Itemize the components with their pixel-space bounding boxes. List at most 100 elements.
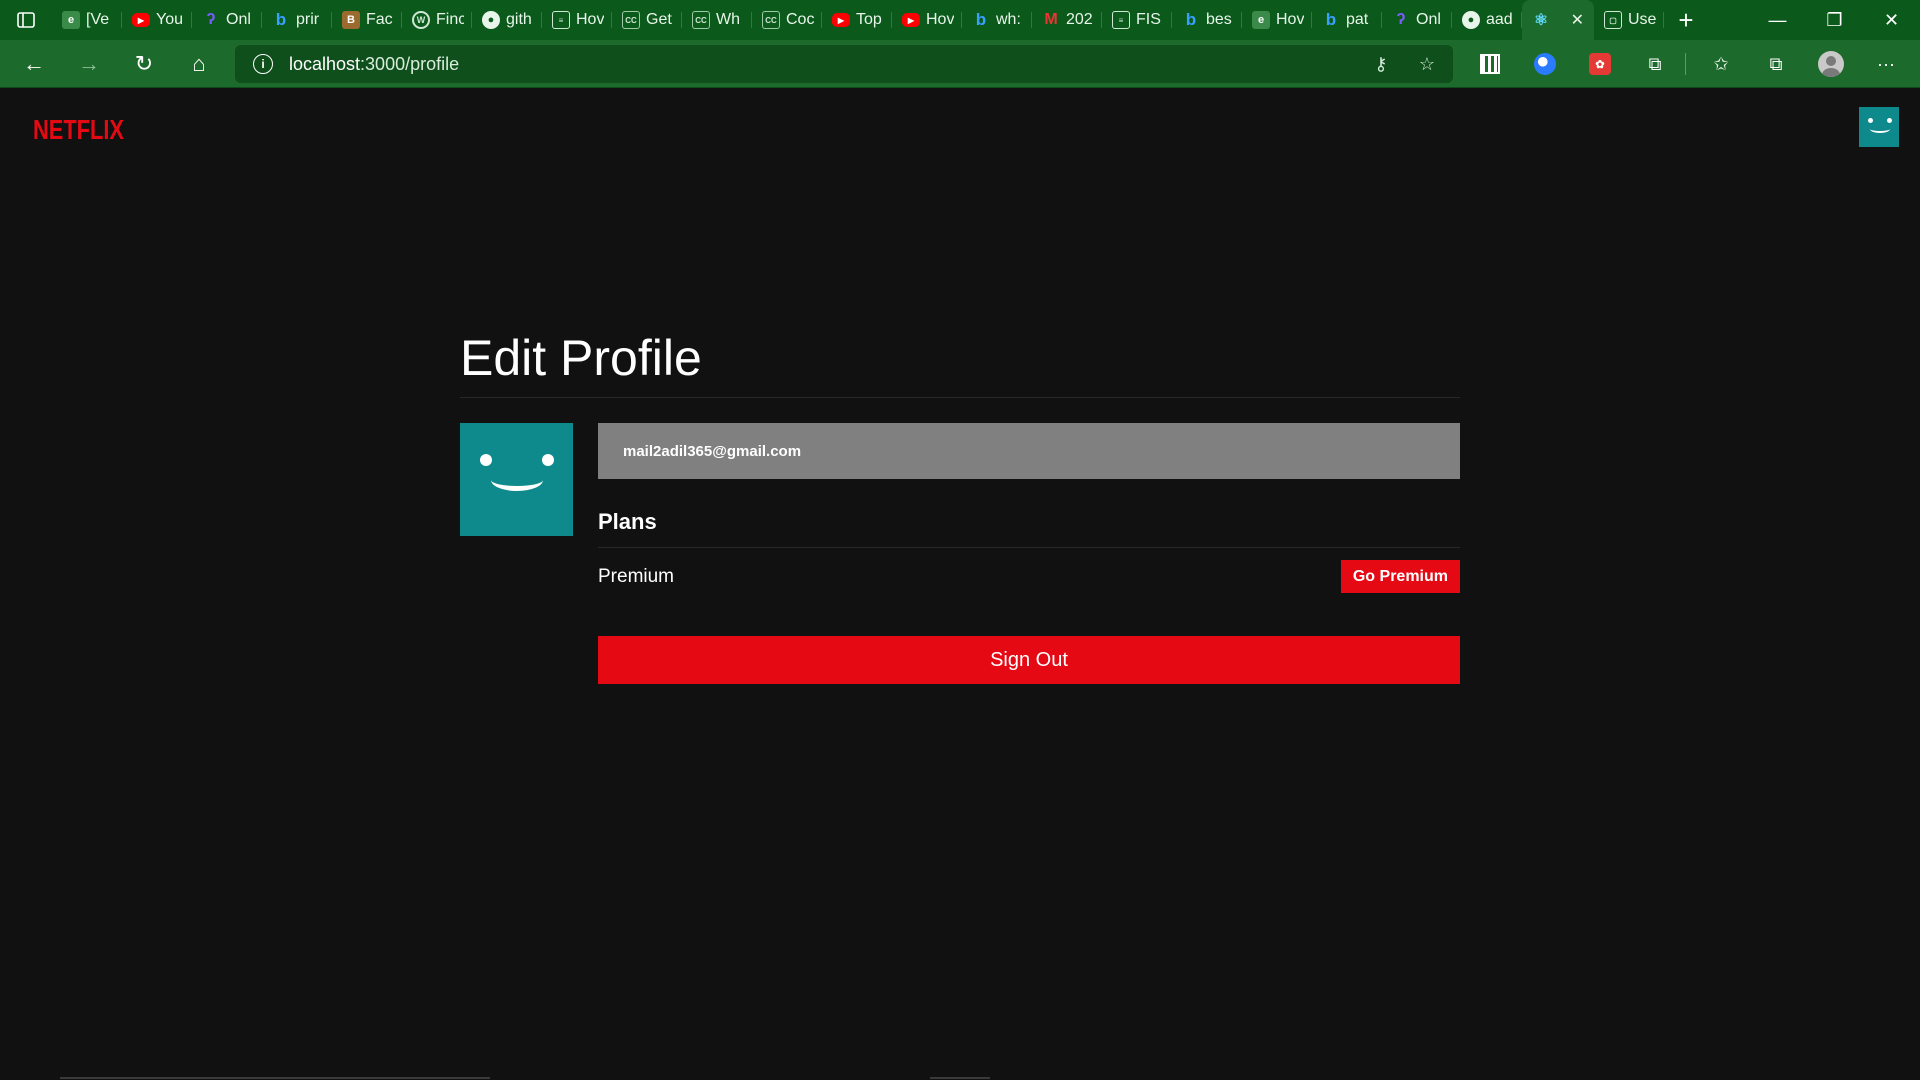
generic-icon: e <box>62 11 80 29</box>
gmail-icon: M <box>1044 11 1058 28</box>
browser-tab[interactable]: ≡ Hov <box>542 0 612 40</box>
collections-button[interactable]: ⧉ <box>1756 44 1796 84</box>
browser-tab[interactable]: CC Get <box>612 0 682 40</box>
puzzle-icon: ⧉ <box>1648 53 1662 74</box>
profile-button[interactable] <box>1811 44 1851 84</box>
blue-extension-button[interactable] <box>1525 44 1565 84</box>
browser-tab[interactable]: e Hov <box>1242 0 1312 40</box>
browser-tab[interactable]: ʔ Onl <box>192 0 262 40</box>
browser-toolbar: ← → ↻ ⌂ i localhost:3000/profile ⚷ ☆ ✿ ⧉… <box>0 40 1920 88</box>
more-icon: ··· <box>1877 53 1895 74</box>
browser-tab[interactable]: ▢ Use <box>1594 0 1664 40</box>
tab-title: prir <box>296 11 320 28</box>
scrollbar-track <box>60 1077 490 1079</box>
browser-tab[interactable]: e [Ve <box>52 0 122 40</box>
tab-title: aad <box>1486 11 1513 28</box>
tab-title: pat <box>1346 11 1369 28</box>
go-premium-button[interactable]: Go Premium <box>1340 560 1460 593</box>
address-bar-actions: ⚷ ☆ <box>1369 54 1453 75</box>
minimize-button[interactable]: — <box>1749 0 1806 40</box>
settings-menu-button[interactable]: ··· <box>1866 44 1906 84</box>
browser-tab[interactable]: B Fac <box>332 0 402 40</box>
youtube-icon: ▶ <box>832 13 850 27</box>
back-button[interactable]: ← <box>14 44 54 84</box>
browser-tab[interactable]: M 202 <box>1032 0 1102 40</box>
browser-tab[interactable]: b pat <box>1312 0 1382 40</box>
plan-name: Premium <box>598 565 675 587</box>
arrow-left-icon: ← <box>23 50 45 76</box>
close-tab-icon[interactable]: ✕ <box>1571 10 1584 30</box>
home-icon: ⌂ <box>192 50 206 76</box>
qr-code-icon <box>1480 54 1500 74</box>
extensions-row: ✿ ⧉ ✩ ⧉ ··· <box>1470 44 1920 84</box>
avatar-eye-icon <box>480 454 492 466</box>
tab-title: FIS <box>1136 11 1161 28</box>
nav-avatar[interactable] <box>1859 107 1899 147</box>
cc-icon: CC <box>692 11 710 29</box>
browser-tab[interactable]: ≡ FIS <box>1102 0 1172 40</box>
tab-title: You <box>156 11 183 28</box>
info-icon[interactable]: i <box>253 54 273 74</box>
browser-tab[interactable]: ▶ Hov <box>892 0 962 40</box>
address-bar[interactable]: i localhost:3000/profile ⚷ ☆ <box>235 45 1453 83</box>
browser-tab[interactable]: CC Coc <box>752 0 822 40</box>
sign-out-button[interactable]: Sign Out <box>598 636 1460 684</box>
url-host: localhost <box>289 53 361 74</box>
tab-title: Onl <box>1416 11 1441 28</box>
p-icon: ʔ <box>1396 11 1406 28</box>
tab-title: Hov <box>1276 11 1304 28</box>
browser-tab[interactable]: ● gith <box>472 0 542 40</box>
bing-icon: b <box>275 10 287 29</box>
extensions-button[interactable]: ⧉ <box>1635 44 1675 84</box>
restore-button[interactable]: ❐ <box>1806 0 1863 40</box>
browser-tab-active[interactable]: ⚛ ✕ <box>1522 0 1594 40</box>
user-avatar-icon <box>1818 51 1844 77</box>
browser-tab[interactable]: CC Wh <box>682 0 752 40</box>
github-icon: ● <box>1462 11 1480 29</box>
browser-tab[interactable]: W Finc <box>402 0 472 40</box>
tab-title: Hov <box>576 11 604 28</box>
new-tab-button[interactable]: + <box>1664 0 1708 40</box>
tab-title: Fac <box>366 11 393 28</box>
add-favorite-icon[interactable]: ☆ <box>1415 54 1439 75</box>
favorites-icon: ✩ <box>1713 53 1729 74</box>
plan-row: Premium Go Premium <box>598 560 1460 593</box>
tab-title: [Ve <box>86 11 110 28</box>
p-icon: ʔ <box>206 11 216 28</box>
profile-details: mail2adil365@gmail.com Plans Premium Go … <box>598 423 1460 684</box>
cc-icon: CC <box>762 11 780 29</box>
scrollbar-thumb[interactable] <box>930 1077 990 1079</box>
browser-tab[interactable]: ▶ Top <box>822 0 892 40</box>
browser-tab[interactable]: ● aad <box>1452 0 1522 40</box>
page-content: NETFLIX Edit Profile mail2adil365@gmail.… <box>0 89 1920 1080</box>
avatar-smile-icon <box>491 469 543 491</box>
favorites-button[interactable]: ✩ <box>1701 44 1741 84</box>
email-display: mail2adil365@gmail.com <box>598 423 1460 479</box>
profile-avatar <box>460 423 573 536</box>
github-icon: ● <box>482 11 500 29</box>
browser-tab[interactable]: b wh: <box>962 0 1032 40</box>
close-window-button[interactable]: ✕ <box>1863 0 1920 40</box>
youtube-icon: ▶ <box>132 13 150 27</box>
browser-tab[interactable]: ʔ Onl <box>1382 0 1452 40</box>
browser-tab[interactable]: b bes <box>1172 0 1242 40</box>
forward-button[interactable]: → <box>69 44 109 84</box>
qr-extension-button[interactable] <box>1470 44 1510 84</box>
refresh-button[interactable]: ↻ <box>124 44 164 84</box>
avatar-eye-icon <box>1887 118 1892 123</box>
browser-tab[interactable]: b prir <box>262 0 332 40</box>
page-title: Edit Profile <box>460 329 1460 398</box>
avatar-smile-icon <box>1870 125 1890 133</box>
wordpress-icon: W <box>412 11 430 29</box>
key-icon[interactable]: ⚷ <box>1369 54 1393 75</box>
home-button[interactable]: ⌂ <box>179 44 219 84</box>
tab-actions-button[interactable] <box>0 0 52 40</box>
netflix-logo[interactable]: NETFLIX <box>33 114 124 146</box>
red-extension-button[interactable]: ✿ <box>1580 44 1620 84</box>
doc-icon: ≡ <box>1112 11 1130 29</box>
browser-tab[interactable]: ▶ You <box>122 0 192 40</box>
plans-heading: Plans <box>598 509 1460 548</box>
tab-title: Use <box>1628 11 1656 28</box>
bing-icon: b <box>1325 10 1337 29</box>
cc-icon: CC <box>622 11 640 29</box>
